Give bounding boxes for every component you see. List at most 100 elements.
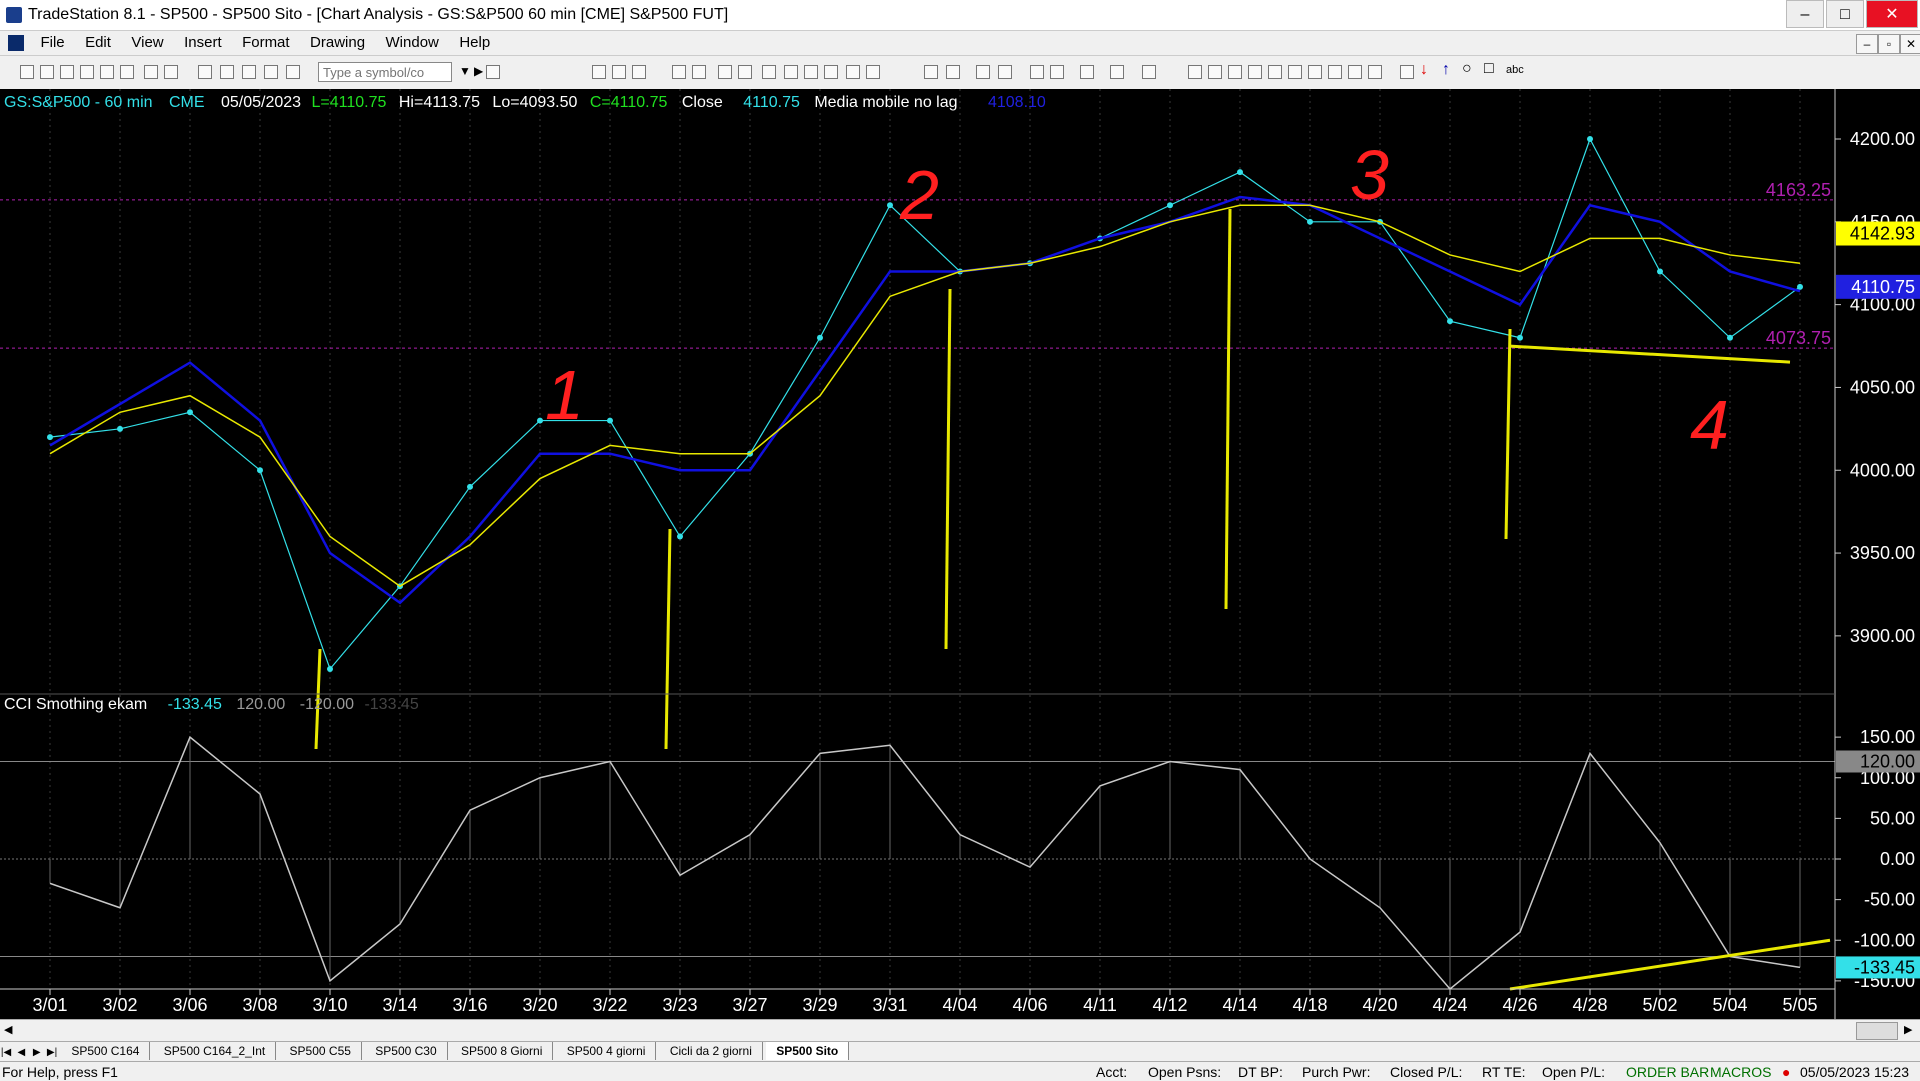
minimize-button[interactable]: –	[1786, 0, 1824, 28]
data-window-icon[interactable]	[632, 65, 646, 79]
tab-sp500-sito[interactable]: SP500 Sito	[766, 1042, 850, 1060]
indicator-icon[interactable]	[672, 65, 686, 79]
order-icon[interactable]	[1110, 65, 1124, 79]
arrow-both-icon[interactable]	[1308, 65, 1322, 79]
window-icon[interactable]	[198, 65, 212, 79]
channel-icon[interactable]	[1328, 65, 1342, 79]
menu-help[interactable]: Help	[451, 31, 498, 54]
probability-map-icon[interactable]	[804, 65, 818, 79]
tab-sp500-c164[interactable]: SP500 C164	[61, 1042, 151, 1060]
tab-sp500-4-giorni[interactable]: SP500 4 giorni	[557, 1042, 657, 1060]
curve-icon[interactable]	[1400, 65, 1414, 79]
chart-area[interactable]: 1 2 3 4 3/01 3/02 3/06 3/08 3/10 3/14 3/16 3/20 3/2…	[0, 89, 1920, 1019]
copy-icon[interactable]	[60, 65, 74, 79]
status-macros[interactable]: MACROS	[1710, 1064, 1771, 1080]
pointer-icon[interactable]	[1030, 65, 1044, 79]
arrow-up-icon[interactable]: ↑	[1442, 61, 1450, 79]
mdi-close-button[interactable]: ✕	[1900, 34, 1920, 54]
time-zones-icon[interactable]	[1288, 65, 1302, 79]
cci-header-upper: 120.00	[236, 696, 285, 713]
vertical-lines-icon[interactable]	[1208, 65, 1222, 79]
strategy-icon[interactable]	[692, 65, 706, 79]
scroll-icon[interactable]	[946, 65, 960, 79]
x-tick-label: 3/23	[662, 995, 697, 1015]
drag-icon[interactable]	[1050, 65, 1064, 79]
format-window-icon[interactable]	[612, 65, 626, 79]
close-button[interactable]: ✕	[1866, 0, 1918, 28]
settings-icon[interactable]	[1080, 65, 1094, 79]
zoom-out-icon[interactable]	[998, 65, 1012, 79]
tab-prev-icon[interactable]: ◀	[15, 1047, 27, 1058]
price-point	[1237, 169, 1243, 176]
lock-icon[interactable]	[242, 65, 256, 79]
tab-first-icon[interactable]: |◀	[0, 1047, 12, 1058]
tab-last-icon[interactable]: ▶|	[46, 1047, 58, 1058]
price-point	[1587, 136, 1593, 142]
insert-analysis-icon[interactable]	[592, 65, 606, 79]
menu-window[interactable]: Window	[378, 31, 447, 54]
cci-header-value: -133.45	[168, 696, 222, 713]
zoom-in-icon[interactable]	[976, 65, 990, 79]
bar-spacing-icon[interactable]	[924, 65, 938, 79]
activity-bar-icon[interactable]	[784, 65, 798, 79]
volume-profile-icon[interactable]	[824, 65, 838, 79]
text-abc-icon[interactable]: abc	[1506, 64, 1524, 76]
fibonacci-icon[interactable]	[1248, 65, 1262, 79]
tab-sp500-c164-2-int[interactable]: SP500 C164_2_Int	[154, 1042, 277, 1060]
draw-tool-icon[interactable]	[1142, 65, 1156, 79]
arc-icon[interactable]	[1348, 65, 1362, 79]
bar-chart-icon[interactable]	[846, 65, 860, 79]
tab-cicli-da-2-giorni[interactable]: Cicli da 2 giorni	[660, 1042, 763, 1060]
symbol-next-arrow-icon[interactable]: ▶	[474, 64, 483, 78]
menu-edit[interactable]: Edit	[77, 31, 119, 54]
scroll-right-icon[interactable]: ▶	[1904, 1023, 1912, 1036]
symbol-lookup-icon[interactable]	[486, 65, 500, 79]
trendline-icon[interactable]	[1188, 65, 1202, 79]
open-icon[interactable]	[40, 65, 54, 79]
circle-icon[interactable]: ○	[1462, 60, 1472, 78]
radar-icon[interactable]	[762, 65, 776, 79]
printer-setup-icon[interactable]	[164, 65, 178, 79]
price-chart-svg[interactable]: 1 2 3 4 3/01 3/02 3/06 3/08 3/10 3/14 3/16 3/20 3/2…	[0, 89, 1920, 1019]
mdi-restore-button[interactable]: ▫	[1878, 34, 1900, 54]
print-icon[interactable]	[144, 65, 158, 79]
header-close: C=4110.75	[590, 94, 668, 111]
pencil-icon[interactable]	[1368, 65, 1382, 79]
menu-view[interactable]: View	[123, 31, 171, 54]
rectangle-icon[interactable]: □	[1484, 60, 1494, 78]
tab-sp500-c30[interactable]: SP500 C30	[365, 1042, 448, 1060]
scroll-thumb[interactable]	[1856, 1022, 1898, 1040]
scroll-left-icon[interactable]: ◀	[4, 1023, 12, 1036]
maximize-button[interactable]: □	[1826, 0, 1864, 28]
show-me-icon[interactable]	[718, 65, 732, 79]
symbol-dropdown-arrow-icon[interactable]: ▼	[459, 64, 471, 78]
horizontal-scrollbar[interactable]: ◀ ▶	[0, 1019, 1920, 1042]
new-icon[interactable]	[20, 65, 34, 79]
x-tick-label: 4/26	[1502, 995, 1537, 1015]
menu-format[interactable]: Format	[234, 31, 298, 54]
cci-y-tick-label: -50.00	[1864, 890, 1915, 910]
tab-sp500-c55[interactable]: SP500 C55	[280, 1042, 362, 1060]
symbol-input[interactable]	[318, 62, 452, 82]
gann-icon[interactable]	[1268, 65, 1282, 79]
x-tick-label: 3/08	[242, 995, 277, 1015]
link-icon[interactable]	[264, 65, 278, 79]
horizontal-lines-icon[interactable]	[1228, 65, 1242, 79]
save-icon[interactable]	[100, 65, 114, 79]
menu-insert[interactable]: Insert	[176, 31, 230, 54]
menu-drawing[interactable]: Drawing	[302, 31, 373, 54]
layout-icon[interactable]	[220, 65, 234, 79]
yellow-ma-line	[49, 204, 1801, 588]
arrow-down-icon[interactable]: ↓	[1420, 61, 1428, 79]
preview-icon[interactable]	[120, 65, 134, 79]
menu-file[interactable]: File	[32, 31, 72, 54]
paste-icon[interactable]	[80, 65, 94, 79]
status-order-bar[interactable]: ORDER BAR	[1626, 1064, 1709, 1080]
document-icon[interactable]	[8, 34, 24, 51]
tab-next-icon[interactable]: ▶	[31, 1047, 43, 1058]
candle-chart-icon[interactable]	[866, 65, 880, 79]
mdi-minimize-button[interactable]: –	[1856, 34, 1878, 54]
paint-bar-icon[interactable]	[738, 65, 752, 79]
network-icon[interactable]	[286, 65, 300, 79]
tab-sp500-8-giorni[interactable]: SP500 8 Giorni	[451, 1042, 554, 1060]
